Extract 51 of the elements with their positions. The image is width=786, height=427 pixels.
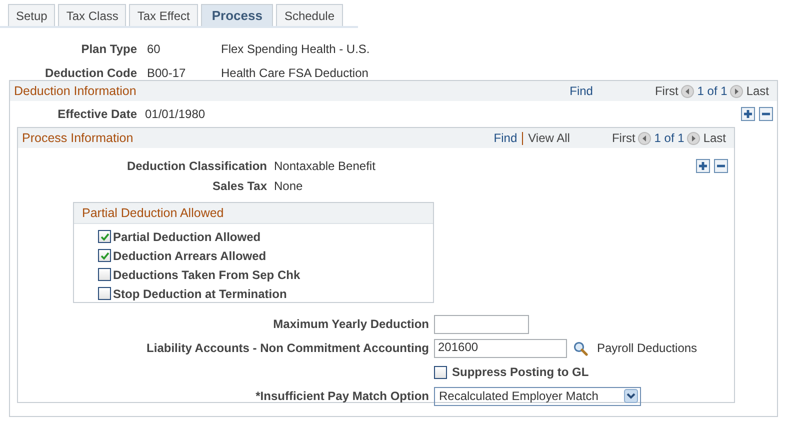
dropdown[interactable]: Recalculated Employer Match — [434, 386, 641, 406]
first-label: First — [612, 131, 636, 145]
view-all-link[interactable]: View All — [528, 131, 570, 145]
checkbox-label: Deductions Taken From Sep Chk — [113, 268, 300, 282]
row-count-link[interactable]: 1 of 1 — [697, 84, 728, 98]
checkbox[interactable] — [434, 366, 447, 378]
field-label: Deduction Code — [44, 66, 137, 80]
last-label: Last — [746, 84, 769, 98]
group-title: Partial Deduction Allowed — [82, 206, 224, 220]
field-description: Health Care FSA Deduction — [221, 66, 368, 80]
field-description: Payroll Deductions — [597, 341, 698, 355]
add-row-icon[interactable] — [696, 159, 710, 173]
checkbox[interactable] — [98, 249, 111, 262]
checkbox-label: Deduction Arrears Allowed — [113, 248, 266, 262]
field-label: Plan Type — [80, 42, 137, 56]
field-value: Nontaxable Benefit — [274, 159, 376, 173]
field-label: *Insufficient Pay Match Option — [254, 389, 429, 403]
search-icon[interactable] — [573, 340, 588, 356]
field-label: Effective Date — [56, 107, 137, 121]
first-label: First — [654, 84, 678, 98]
find-link[interactable]: Find — [494, 131, 518, 145]
find-link[interactable]: Find — [570, 84, 593, 98]
checkbox[interactable] — [98, 287, 111, 300]
field-value: B00-17 — [146, 66, 187, 80]
last-label: Last — [703, 131, 726, 145]
checkbox[interactable] — [98, 268, 111, 281]
checkbox[interactable] — [98, 230, 111, 243]
tab[interactable]: Schedule — [276, 4, 342, 26]
field-value: 01/01/1980 — [145, 107, 206, 121]
field-value: None — [274, 179, 303, 193]
field-label: Sales Tax — [212, 179, 267, 193]
field-label: Maximum Yearly Deduction — [272, 317, 429, 331]
field-label: Liability Accounts - Non Commitment Accounting — [146, 341, 429, 355]
checkbox-label: Stop Deduction at Termination — [113, 286, 287, 300]
tab[interactable]: Tax Effect — [129, 4, 198, 26]
field-description: Flex Spending Health - U.S. — [221, 42, 370, 56]
section-title: Process Information — [22, 131, 134, 145]
input-field[interactable]: 201600 — [434, 338, 567, 358]
section-title: Deduction Information — [14, 84, 136, 98]
input-field[interactable] — [434, 314, 529, 334]
field-value: 60 — [146, 42, 162, 56]
add-row-icon[interactable] — [741, 107, 755, 121]
delete-row-icon[interactable] — [759, 107, 773, 121]
row-count-link[interactable]: 1 of 1 — [654, 131, 684, 145]
tab[interactable]: Setup — [8, 4, 56, 26]
tab[interactable]: Tax Class — [58, 4, 126, 26]
field-label: Deduction Classification — [126, 159, 267, 173]
checkbox-label: Suppress Posting to GL — [452, 365, 589, 379]
checkbox-label: Partial Deduction Allowed — [113, 230, 261, 244]
tab[interactable]: Process — [200, 4, 274, 26]
delete-row-icon[interactable] — [714, 159, 728, 173]
